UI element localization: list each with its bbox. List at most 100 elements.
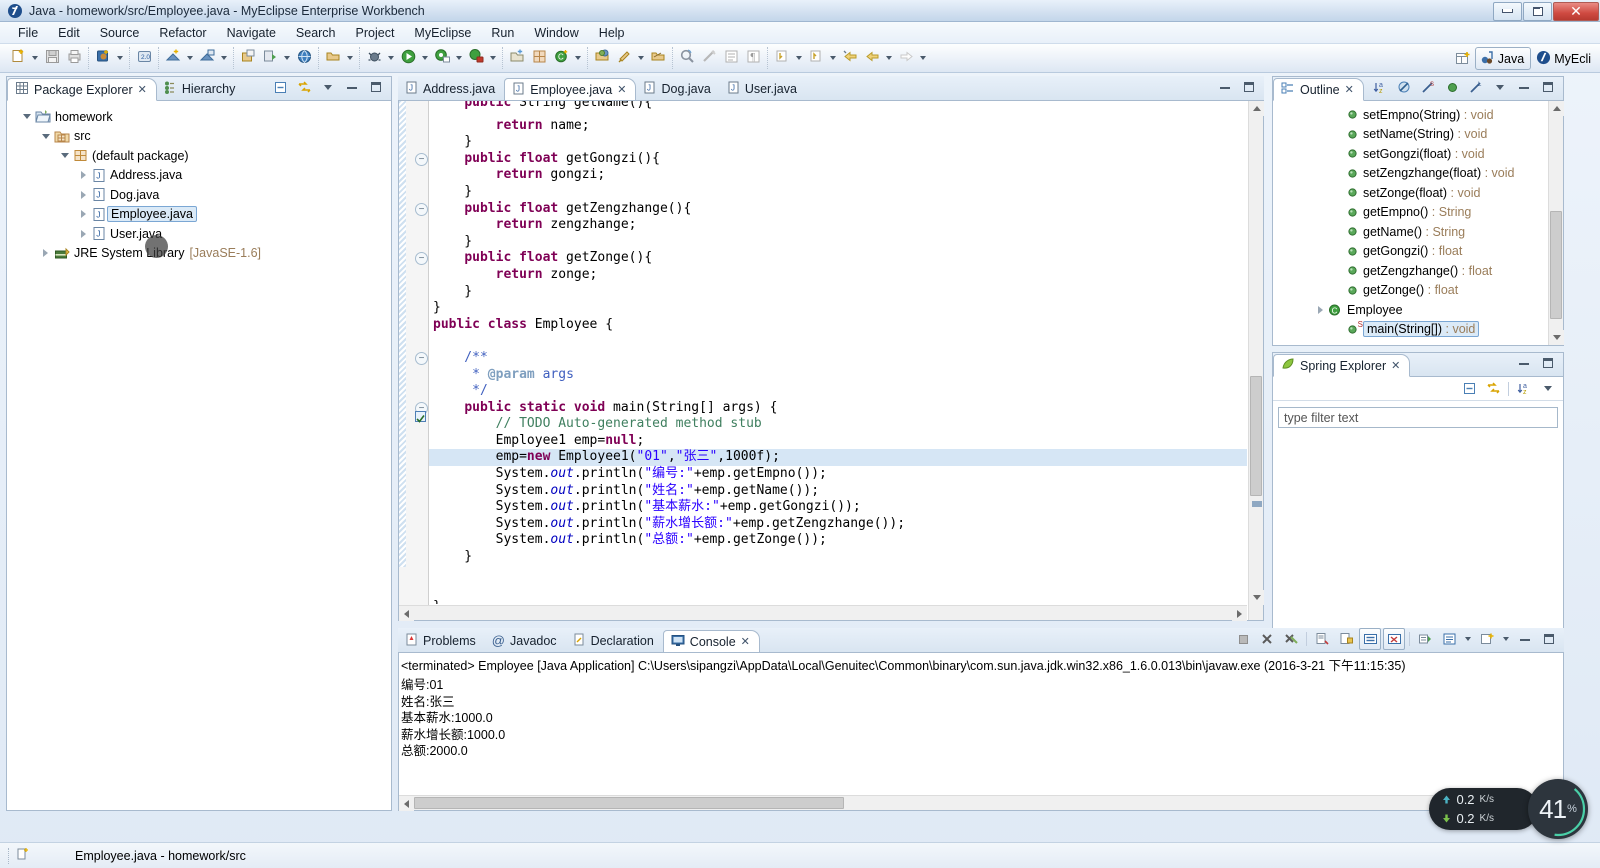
deploy-myeclipse-app-button[interactable] xyxy=(162,47,184,69)
fold-collapse-icon[interactable]: − xyxy=(415,152,428,166)
collapse-all-icon[interactable] xyxy=(1458,378,1480,400)
close-icon[interactable]: ✕ xyxy=(1345,83,1354,96)
code-line[interactable] xyxy=(429,566,1247,583)
scroll-up-arrow[interactable] xyxy=(1249,101,1264,116)
menu-refactor[interactable]: Refactor xyxy=(149,24,216,42)
twisty-expanded-icon[interactable] xyxy=(21,111,32,122)
tree-item-employee-java[interactable]: J Employee.java xyxy=(7,205,391,225)
editor-text-area[interactable]: public String getName(){ return name; } … xyxy=(398,100,1264,621)
close-icon[interactable]: ✕ xyxy=(1391,359,1400,372)
code-line[interactable]: * @param args xyxy=(429,367,1247,384)
tab-problems[interactable]: Problems xyxy=(398,629,485,652)
editor-vertical-scrollbar[interactable] xyxy=(1248,101,1264,620)
menu-help[interactable]: Help xyxy=(589,24,635,42)
link-with-editor-icon[interactable] xyxy=(1482,378,1504,400)
code-line[interactable]: // TODO Auto-generated method stub xyxy=(429,416,1247,433)
tab-outline[interactable]: Outline ✕ xyxy=(1273,78,1364,101)
tab-console[interactable]: Console ✕ xyxy=(662,630,760,653)
outline-item-getgongzi[interactable]: getGongzi() : float xyxy=(1273,242,1563,262)
pin-console-icon[interactable] xyxy=(1383,628,1405,650)
chevron-down-icon[interactable] xyxy=(883,47,895,69)
tab-spring-explorer[interactable]: Spring Explorer ✕ xyxy=(1273,354,1411,377)
outline-item-main-string[interactable]: Smain(String[]) : void xyxy=(1273,320,1563,340)
outline-item-setgongzi-float[interactable]: setGongzi(float) : void xyxy=(1273,144,1563,164)
chevron-down-icon[interactable] xyxy=(184,47,196,69)
tab-package-explorer[interactable]: Package Explorer ✕ xyxy=(7,78,157,101)
outline-vertical-scrollbar[interactable] xyxy=(1548,101,1564,345)
twisty-collapsed-icon[interactable] xyxy=(40,248,51,259)
tab-address-java[interactable]: J Address.java xyxy=(398,77,504,100)
code-line[interactable]: } xyxy=(429,134,1247,151)
hide-fields-button[interactable] xyxy=(698,47,720,69)
print-button[interactable] xyxy=(63,47,85,69)
editor-horizontal-scrollbar[interactable] xyxy=(399,605,1247,621)
menu-run[interactable]: Run xyxy=(481,24,524,42)
editor-scroll-thumb[interactable] xyxy=(1250,376,1262,496)
console-horizontal-scrollbar[interactable] xyxy=(399,795,1563,811)
chevron-down-icon[interactable] xyxy=(419,47,431,69)
code-line[interactable]: } xyxy=(429,284,1247,301)
minimize-icon[interactable] xyxy=(1214,76,1236,98)
view-menu-icon[interactable] xyxy=(1489,76,1511,98)
outline-item-setzengzhange-float[interactable]: setZengzhange(float) : void xyxy=(1273,164,1563,184)
code-line[interactable]: public float getZengzhange(){ xyxy=(429,201,1247,218)
twisty-expanded-icon[interactable] xyxy=(40,131,51,142)
view-menu-icon[interactable] xyxy=(1537,378,1559,400)
package-explorer-tree[interactable]: homework src (default package) J Address.jav… xyxy=(7,101,391,263)
code-line[interactable]: } xyxy=(429,599,1247,604)
new-myeclipse-project-button[interactable] xyxy=(92,47,114,69)
network-speed-widget[interactable]: 0.2 K/s 0.2 K/s xyxy=(1429,788,1538,830)
code-line[interactable]: public class Employee { xyxy=(429,317,1247,334)
profile-button[interactable] xyxy=(465,47,487,69)
chevron-down-icon[interactable] xyxy=(281,47,293,69)
chevron-down-icon[interactable] xyxy=(793,47,805,69)
code-line[interactable] xyxy=(429,333,1247,350)
code-line[interactable]: /** xyxy=(429,350,1247,367)
maximize-icon[interactable] xyxy=(1537,76,1559,98)
menu-myeclipse[interactable]: MyEclipse xyxy=(404,24,481,42)
tab-hierarchy[interactable]: Hierarchy xyxy=(157,77,245,100)
chevron-down-icon[interactable] xyxy=(344,47,356,69)
twisty-collapsed-icon[interactable] xyxy=(1315,304,1326,315)
sort-icon[interactable]: a z xyxy=(1369,76,1391,98)
code-line[interactable]: System.out.println("编号:"+emp.getEmpno())… xyxy=(429,466,1247,483)
outline-item-setname-string[interactable]: setName(String) : void xyxy=(1273,125,1563,145)
code-line[interactable]: public float getGongzi(){ xyxy=(429,151,1247,168)
breakpoint-marker[interactable] xyxy=(415,411,426,423)
pin-task-button[interactable] xyxy=(613,47,635,69)
previous-annotation-button[interactable] xyxy=(805,47,827,69)
outline-item-setempno-string[interactable]: setEmpno(String) : void xyxy=(1273,105,1563,125)
maximize-button[interactable] xyxy=(1523,1,1552,21)
code-line[interactable]: return zengzhange; xyxy=(429,217,1247,234)
chevron-down-icon[interactable] xyxy=(635,47,647,69)
maximize-icon[interactable] xyxy=(1238,76,1260,98)
code-line[interactable]: System.out.println("总额:"+emp.getZonge())… xyxy=(429,532,1247,549)
word-wrap-icon[interactable] xyxy=(1359,628,1381,650)
twisty-collapsed-icon[interactable] xyxy=(78,189,89,200)
chevron-down-icon[interactable] xyxy=(385,47,397,69)
maximize-icon[interactable] xyxy=(365,76,387,98)
outline-tree[interactable]: setEmpno(String) : void setName(String) :… xyxy=(1273,101,1563,339)
code-line[interactable]: } xyxy=(429,300,1247,317)
code-line[interactable]: } xyxy=(429,234,1247,251)
spring-filter-input[interactable]: type filter text xyxy=(1278,407,1558,428)
sort-icon[interactable]: a z xyxy=(1513,378,1535,400)
code-line[interactable]: */ xyxy=(429,383,1247,400)
menu-file[interactable]: File xyxy=(8,24,48,42)
minimize-icon[interactable] xyxy=(1514,628,1536,650)
console-output-area[interactable]: <terminated> Employee [Java Application]… xyxy=(398,652,1564,811)
code-line[interactable]: return zonge; xyxy=(429,267,1247,284)
chevron-down-icon[interactable] xyxy=(487,47,499,69)
chevron-down-icon[interactable] xyxy=(114,47,126,69)
twisty-expanded-icon[interactable] xyxy=(59,150,70,161)
forward-button[interactable] xyxy=(895,47,917,69)
search-button[interactable] xyxy=(676,47,698,69)
hide-static-icon[interactable]: S xyxy=(1417,76,1439,98)
open-perspective-button[interactable] xyxy=(1453,48,1475,70)
twisty-collapsed-icon[interactable] xyxy=(78,170,89,181)
last-edit-location-button[interactable] xyxy=(839,47,861,69)
pilcrow-button[interactable]: ¶ xyxy=(742,47,764,69)
scroll-left-arrow[interactable] xyxy=(399,606,414,621)
minimize-icon[interactable] xyxy=(1513,76,1535,98)
remove-launch-icon[interactable] xyxy=(1256,628,1278,650)
